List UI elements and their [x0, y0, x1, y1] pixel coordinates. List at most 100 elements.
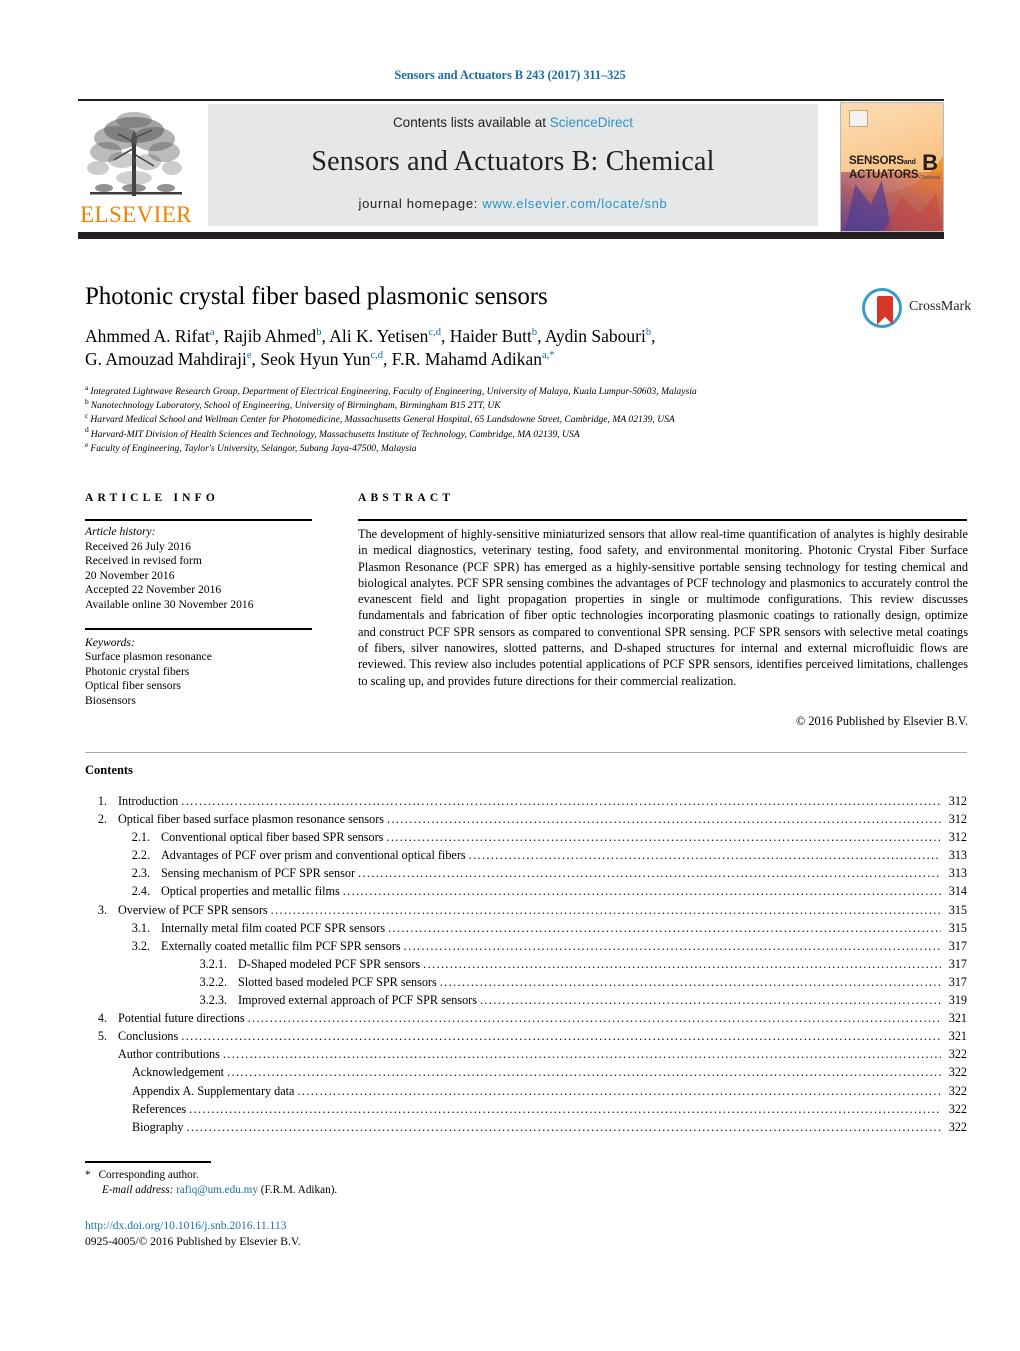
- toc-entry-number: 3.1.: [131, 920, 150, 935]
- toc-entry-page: 313: [948, 848, 967, 863]
- masthead-info-band: Contents lists available at ScienceDirec…: [208, 104, 818, 226]
- footnote-asterisk: *: [85, 1169, 91, 1181]
- email-line: E-mail address: rafiq@um.edu.my (F.R.M. …: [85, 1183, 685, 1198]
- crossmark-inner-shape: [877, 296, 893, 325]
- section-heads: ARTICLE INFO ABSTRACT: [0, 492, 1020, 504]
- corresponding-author-line: * Corresponding author.: [85, 1168, 685, 1183]
- toc-leader-dots: ........................................…: [181, 794, 941, 808]
- toc-entry-label: Internally metal film coated PCF SPR sen…: [161, 920, 386, 935]
- toc-leader-dots: ........................................…: [403, 938, 941, 953]
- toc-entry[interactable]: 3.2.3. Improved external approach of PCF …: [85, 991, 967, 1009]
- toc-leader-dots: ........................................…: [387, 812, 941, 827]
- affiliation-item: d Harvard-MIT Division of Health Sciences…: [85, 425, 580, 440]
- toc-entry[interactable]: Author contributions....................…: [85, 1045, 967, 1063]
- abstract-copyright: © 2016 Published by Elsevier B.V.: [795, 714, 968, 728]
- toc-entry[interactable]: 2.4. Optical properties and metallic film…: [85, 882, 967, 900]
- affiliation-marker: e: [85, 439, 89, 449]
- toc-entry-page: 312: [948, 794, 967, 808]
- cover-title-line1: SENSORS: [849, 155, 904, 167]
- toc-entry-label: Externally coated metallic film PCF SPR …: [161, 938, 401, 953]
- crossmark-badge[interactable]: CrossMark: [862, 288, 971, 330]
- author-line-1: Ahmmed A. Rifata, Rajib Ahmedb, Ali K. Y…: [85, 326, 656, 346]
- toc-leader-dots: ........................................…: [186, 1119, 941, 1134]
- doi-link[interactable]: http://dx.doi.org/10.1016/j.snb.2016.11.…: [85, 1218, 685, 1234]
- keyword-item: Surface plasmon resonance: [85, 650, 212, 664]
- toc-entry[interactable]: 2.3. Sensing mechanism of PCF SPR sensor.…: [85, 864, 967, 882]
- toc-entry[interactable]: Acknowledgement.........................…: [85, 1063, 967, 1081]
- journal-homepage-link[interactable]: www.elsevier.com/locate/snb: [482, 196, 667, 211]
- abstract-body: The development of highly-sensitive mini…: [358, 527, 968, 688]
- toc-entry-label: References: [132, 1101, 187, 1116]
- cover-title-line2: ACTUATORS: [849, 169, 919, 181]
- toc-entry-number: 2.4.: [131, 884, 150, 899]
- masthead-top-rule: [78, 99, 944, 101]
- cover-elsevier-mark-icon: [849, 110, 868, 127]
- section-divider-rule: [85, 752, 967, 753]
- toc-entry-page: 315: [948, 920, 967, 935]
- toc-entry-page: 313: [948, 866, 967, 881]
- toc-entry[interactable]: 2.1. Conventional optical fiber based SPR…: [85, 828, 967, 846]
- cover-background: SENSORSand ACTUATORS B Chemical: [841, 103, 943, 231]
- toc-entry[interactable]: 5. Conclusions...........................…: [85, 1027, 967, 1045]
- keywords-label: Keywords:: [85, 635, 135, 649]
- keywords-list: Surface plasmon resonance Photonic crysta…: [85, 650, 317, 708]
- toc-entry[interactable]: 3.2. Externally coated metallic film PCF …: [85, 937, 967, 955]
- toc-entry-page: 312: [948, 812, 967, 827]
- email-link[interactable]: rafiq@um.edu.my: [176, 1184, 258, 1196]
- keyword-item: Optical fiber sensors: [85, 679, 181, 693]
- toc-entry-number: 3.2.1.: [199, 956, 227, 971]
- toc-entry-page: 322: [948, 1101, 967, 1116]
- affiliation-marker: c: [85, 411, 89, 421]
- toc-entry-page: 321: [948, 1011, 967, 1026]
- page-footer: http://dx.doi.org/10.1016/j.snb.2016.11.…: [85, 1218, 685, 1249]
- toc-entry[interactable]: 3.2.2. Slotted based modeled PCF SPR sens…: [85, 973, 967, 991]
- toc-entry[interactable]: 3.2.1. D-Shaped modeled PCF SPR sensors..…: [85, 955, 967, 973]
- toc-entry[interactable]: 2.2. Advantages of PCF over prism and con…: [85, 846, 967, 864]
- affiliation-list: a Integrated Lightwave Research Group, De…: [85, 384, 885, 456]
- toc-entry[interactable]: 3. Overview of PCF SPR sensors...........…: [85, 901, 967, 919]
- toc-entry[interactable]: 4. Potential future directions...........…: [85, 1009, 967, 1027]
- toc-entry-number: 2.3.: [131, 866, 150, 881]
- toc-leader-dots: ........................................…: [342, 884, 941, 899]
- toc-entry-label: Author contributions: [118, 1047, 220, 1062]
- cover-title-and: and: [903, 159, 916, 166]
- article-history-label: Article history:: [85, 525, 156, 538]
- toc-entry[interactable]: References..............................…: [85, 1100, 967, 1118]
- author-affiliation-marker: c,d: [370, 350, 383, 362]
- corresponding-author-text: Corresponding author.: [98, 1169, 199, 1181]
- author-affiliation-marker: e: [246, 350, 252, 362]
- paper-page: Sensors and Actuators B 243 (2017) 311–3…: [0, 0, 1020, 1351]
- contents-heading: Contents: [85, 763, 133, 777]
- toc-entry-label: Slotted based modeled PCF SPR sensors: [238, 974, 437, 989]
- journal-cover-thumbnail: SENSORSand ACTUATORS B Chemical: [840, 102, 944, 232]
- toc-leader-dots: ........................................…: [297, 1083, 941, 1098]
- toc-entry-label: Optical properties and metallic films: [161, 884, 340, 899]
- toc-entry-page: 322: [948, 1047, 967, 1062]
- toc-leader-dots: ........................................…: [222, 1047, 941, 1062]
- toc-entry-page: 319: [948, 993, 967, 1008]
- toc-entry[interactable]: 2. Optical fiber based surface plasmon re…: [85, 810, 967, 828]
- toc-entry-label: Conventional optical fiber based SPR sen…: [161, 830, 384, 845]
- toc-leader-dots: ........................................…: [423, 956, 941, 971]
- toc-entry[interactable]: 3.1. Internally metal film coated PCF SPR…: [85, 919, 967, 937]
- elsevier-wordmark: ELSEVIER: [80, 202, 192, 227]
- article-info-rule: [85, 519, 312, 521]
- author-affiliation-marker: b: [316, 327, 322, 339]
- contents-available-line: Contents lists available at ScienceDirec…: [208, 115, 818, 130]
- email-label: E-mail address:: [102, 1184, 174, 1196]
- toc-entry[interactable]: Biography...............................…: [85, 1118, 967, 1136]
- footnote-rule: [85, 1161, 211, 1163]
- toc-entry-number: 3.2.: [131, 938, 150, 953]
- toc-entry-label: Introduction: [118, 794, 179, 808]
- toc-entry-label: D-Shaped modeled PCF SPR sensors: [238, 956, 421, 971]
- toc-entry[interactable]: Appendix A. Supplementary data..........…: [85, 1082, 967, 1100]
- cover-series-subtitle: Chemical: [919, 175, 940, 181]
- contents-available-text: Contents lists available at: [392, 115, 550, 130]
- author-affiliation-marker: c,d: [428, 327, 441, 339]
- toc-entry[interactable]: 1. Introduction..........................…: [85, 792, 967, 810]
- article-history-item: Accepted 22 November 2016: [85, 583, 222, 597]
- toc-leader-dots: ........................................…: [358, 866, 941, 881]
- sciencedirect-link[interactable]: ScienceDirect: [550, 115, 633, 130]
- toc-entry-page: 322: [948, 1119, 967, 1134]
